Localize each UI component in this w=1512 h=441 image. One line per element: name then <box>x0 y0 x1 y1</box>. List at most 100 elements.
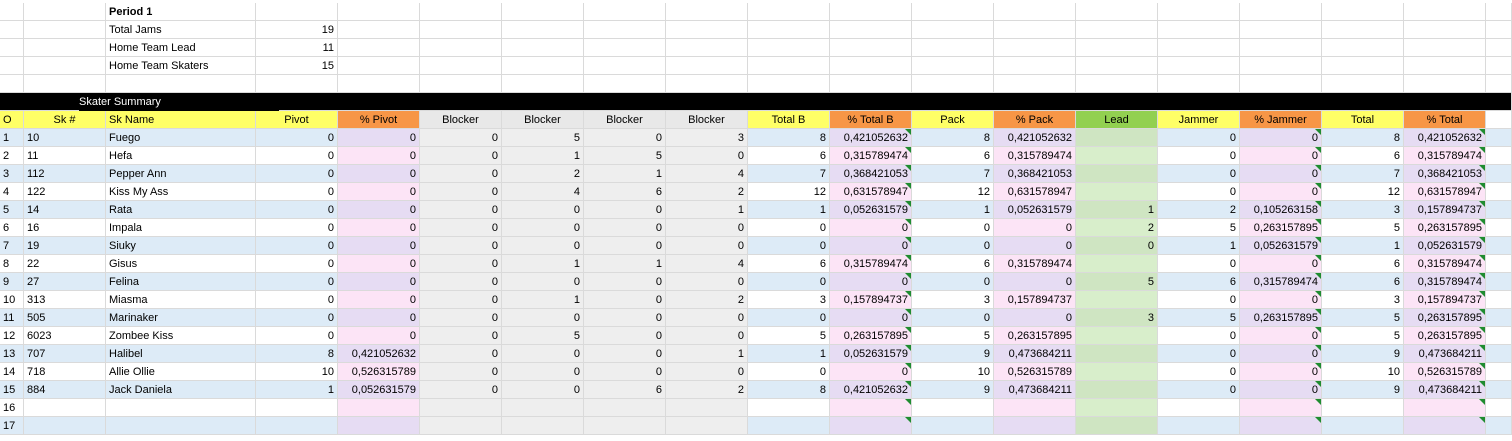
data-cell[interactable]: 4 <box>666 165 748 183</box>
data-cell[interactable]: 0 <box>1158 147 1240 165</box>
skater-name[interactable]: Pepper Ann <box>106 165 256 183</box>
data-cell[interactable]: 0,157894737 <box>1404 291 1486 309</box>
data-cell[interactable]: 0,421052632 <box>830 129 912 147</box>
skater-name[interactable]: Marinaker <box>106 309 256 327</box>
empty-cell[interactable] <box>994 21 1076 39</box>
empty-cell[interactable] <box>912 21 994 39</box>
column-header[interactable]: Sk Name <box>106 111 256 129</box>
data-cell[interactable]: 1 <box>584 255 666 273</box>
data-cell[interactable]: 0 <box>912 237 994 255</box>
data-cell[interactable]: 0 <box>420 363 502 381</box>
empty-cell[interactable] <box>1486 363 1512 381</box>
empty-cell[interactable] <box>1158 57 1240 75</box>
column-header[interactable]: Lead <box>1076 111 1158 129</box>
data-cell[interactable]: 0 <box>420 345 502 363</box>
data-cell[interactable]: 6 <box>748 147 830 165</box>
data-cell[interactable]: 1 <box>748 201 830 219</box>
data-cell[interactable]: 0 <box>748 219 830 237</box>
empty-cell[interactable] <box>1486 165 1512 183</box>
empty-cell[interactable] <box>1486 327 1512 345</box>
data-cell[interactable]: 6 <box>1322 273 1404 291</box>
data-cell[interactable]: 0,263157895 <box>1404 327 1486 345</box>
data-cell[interactable]: 0 <box>256 219 338 237</box>
empty-cell[interactable] <box>0 57 24 75</box>
data-cell[interactable]: 12 <box>1322 183 1404 201</box>
data-cell[interactable]: 0 <box>338 309 420 327</box>
data-cell[interactable] <box>1076 399 1158 417</box>
data-cell[interactable]: 12 <box>912 183 994 201</box>
data-cell[interactable]: 0 <box>830 309 912 327</box>
data-cell[interactable]: 1 <box>1158 237 1240 255</box>
data-cell[interactable] <box>1076 291 1158 309</box>
data-cell[interactable] <box>1076 165 1158 183</box>
empty-cell[interactable] <box>1076 3 1158 21</box>
data-cell[interactable] <box>1240 417 1322 435</box>
data-cell[interactable]: 8 <box>256 345 338 363</box>
data-cell[interactable]: 0,315789474 <box>994 255 1076 273</box>
empty-cell[interactable] <box>994 39 1076 57</box>
row-index[interactable]: 4 <box>0 183 24 201</box>
empty-cell[interactable] <box>748 57 830 75</box>
period-stat-label[interactable]: Home Team Lead <box>106 39 256 57</box>
data-cell[interactable]: 0 <box>1158 363 1240 381</box>
empty-cell[interactable] <box>502 21 584 39</box>
empty-cell[interactable] <box>1240 21 1322 39</box>
data-cell[interactable]: 0 <box>420 291 502 309</box>
data-cell[interactable]: 1 <box>1076 201 1158 219</box>
data-cell[interactable]: 0 <box>1240 129 1322 147</box>
skater-name[interactable]: Siuky <box>106 237 256 255</box>
empty-cell[interactable] <box>24 3 106 21</box>
data-cell[interactable]: 5 <box>748 327 830 345</box>
empty-cell[interactable] <box>584 75 666 93</box>
empty-cell[interactable] <box>0 39 24 57</box>
empty-cell[interactable] <box>1322 57 1404 75</box>
data-cell[interactable]: 0,263157895 <box>994 327 1076 345</box>
data-cell[interactable]: 0 <box>584 363 666 381</box>
empty-cell[interactable] <box>830 39 912 57</box>
skater-number[interactable]: 112 <box>24 165 106 183</box>
period-stat-label[interactable]: Total Jams <box>106 21 256 39</box>
data-cell[interactable]: 0 <box>338 273 420 291</box>
empty-cell[interactable] <box>1240 3 1322 21</box>
data-cell[interactable]: 1 <box>502 291 584 309</box>
data-cell[interactable] <box>256 399 338 417</box>
data-cell[interactable]: 0,315789474 <box>1404 147 1486 165</box>
empty-cell[interactable] <box>1240 57 1322 75</box>
data-cell[interactable]: 4 <box>666 255 748 273</box>
data-cell[interactable]: 0 <box>584 291 666 309</box>
data-cell[interactable]: 3 <box>1322 291 1404 309</box>
empty-cell[interactable] <box>584 57 666 75</box>
empty-cell[interactable] <box>1486 111 1512 129</box>
empty-cell[interactable] <box>338 21 420 39</box>
empty-cell[interactable] <box>912 3 994 21</box>
data-cell[interactable] <box>502 399 584 417</box>
empty-cell[interactable] <box>502 75 584 93</box>
data-cell[interactable]: 0 <box>338 183 420 201</box>
skater-name[interactable]: Rata <box>106 201 256 219</box>
empty-cell[interactable] <box>994 75 1076 93</box>
data-cell[interactable] <box>1076 147 1158 165</box>
data-cell[interactable]: 3 <box>748 291 830 309</box>
skater-name[interactable]: Allie Ollie <box>106 363 256 381</box>
empty-cell[interactable] <box>1404 21 1486 39</box>
data-cell[interactable]: 3 <box>912 291 994 309</box>
data-cell[interactable]: 1 <box>748 345 830 363</box>
empty-cell[interactable] <box>1158 75 1240 93</box>
empty-cell[interactable] <box>420 3 502 21</box>
data-cell[interactable]: 0 <box>830 273 912 291</box>
data-cell[interactable]: 0,052631579 <box>1404 237 1486 255</box>
data-cell[interactable]: 2 <box>666 291 748 309</box>
column-header[interactable]: % Total <box>1404 111 1486 129</box>
empty-cell[interactable] <box>24 75 106 93</box>
data-cell[interactable] <box>912 399 994 417</box>
data-cell[interactable] <box>1076 129 1158 147</box>
data-cell[interactable]: 0 <box>420 201 502 219</box>
data-cell[interactable] <box>1076 345 1158 363</box>
row-index[interactable]: 10 <box>0 291 24 309</box>
empty-cell[interactable] <box>1486 147 1512 165</box>
empty-cell[interactable] <box>502 3 584 21</box>
column-header[interactable]: Jammer <box>1158 111 1240 129</box>
empty-cell[interactable] <box>24 57 106 75</box>
data-cell[interactable]: 0,052631579 <box>830 201 912 219</box>
data-cell[interactable]: 0 <box>338 201 420 219</box>
